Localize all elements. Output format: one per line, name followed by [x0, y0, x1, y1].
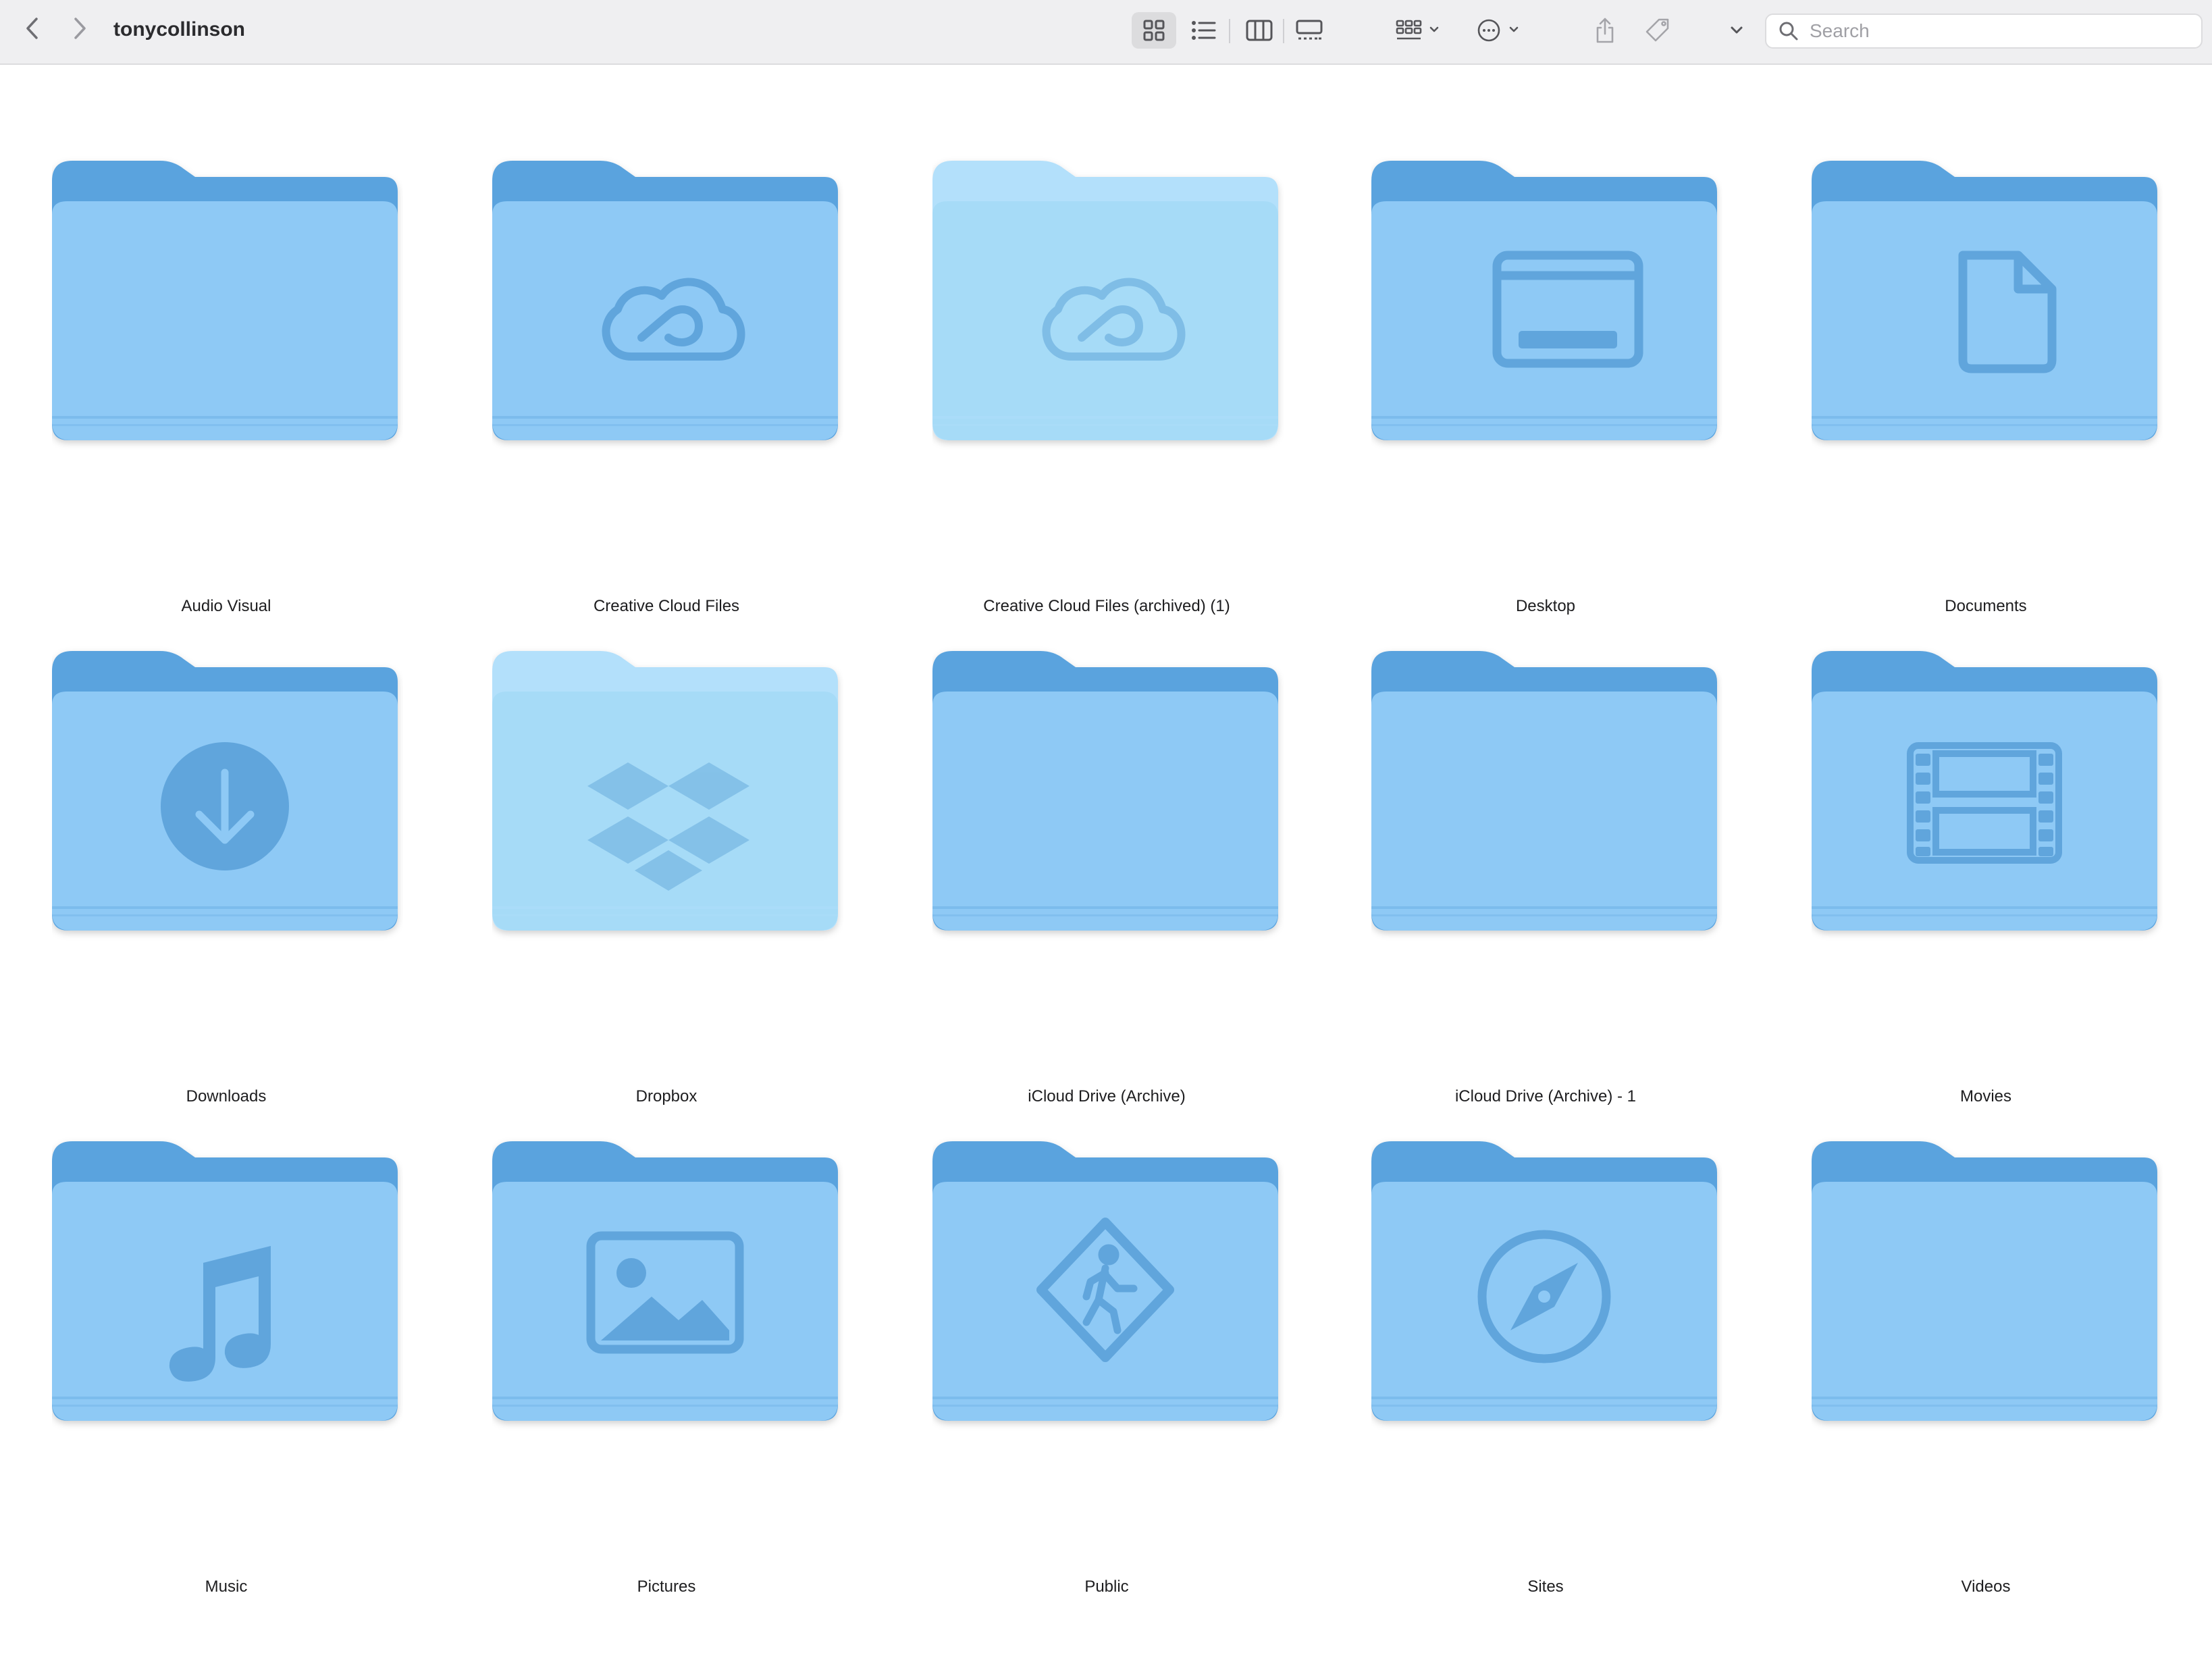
chevron-left-icon [26, 18, 38, 39]
gallery-icon [1296, 20, 1323, 40]
folder-label: iCloud Drive (Archive) [1028, 1087, 1186, 1105]
folder-label: iCloud Drive (Archive) - 1 [1454, 1087, 1637, 1105]
folder-icon [492, 161, 838, 440]
group-by-icon [1396, 20, 1439, 40]
list-view-button[interactable] [1182, 12, 1226, 49]
search-input[interactable] [1808, 20, 2162, 43]
folder-item[interactable]: Public [880, 1135, 1286, 1607]
folder-label: Public [1084, 1578, 1129, 1596]
folder-item[interactable]: Videos [1760, 1135, 2165, 1607]
folder-label: Creative Cloud Files (archived) (1) [983, 597, 1230, 615]
folder-icon [1371, 161, 1717, 440]
columns-icon [1246, 20, 1273, 41]
back-button[interactable] [18, 14, 47, 43]
folder-item[interactable]: Dropbox [440, 644, 845, 1117]
forward-button[interactable] [65, 14, 95, 43]
window-title: tonycollinson [113, 18, 245, 41]
folder-item[interactable]: Creative Cloud Files (archived) (1) [880, 154, 1286, 627]
folder-label: Movies [1959, 1087, 2012, 1105]
folder-icon [52, 161, 398, 440]
folder-label: Downloads [186, 1087, 267, 1105]
folder-label: Sites [1527, 1578, 1564, 1596]
folder-label: Videos [1961, 1578, 2011, 1596]
share-button[interactable] [1587, 12, 1623, 49]
ellipsis-circle-icon [1477, 19, 1519, 42]
folder-icon [492, 1141, 838, 1421]
folder-label: Pictures [637, 1578, 696, 1596]
search-field[interactable] [1765, 14, 2203, 49]
folder-item[interactable]: Documents [1760, 154, 2165, 627]
folder-item[interactable]: Creative Cloud Files [440, 154, 845, 627]
folder-label: Desktop [1515, 597, 1576, 615]
grid-icon [1143, 20, 1165, 41]
more-actions-button[interactable] [1472, 12, 1529, 49]
folder-icon [932, 651, 1278, 931]
folder-icon [52, 1141, 398, 1421]
folder-item[interactable]: Movies [1760, 644, 2165, 1117]
folder-item[interactable]: Downloads [0, 644, 405, 1117]
chevron-right-icon [74, 18, 86, 39]
folder-label: Creative Cloud Files [593, 597, 740, 615]
folder-icon [932, 161, 1278, 440]
folder-icon [1812, 161, 2157, 440]
folder-item[interactable]: iCloud Drive (Archive) - 1 [1319, 644, 1724, 1117]
folder-label: Music [205, 1578, 248, 1596]
icon-view-button[interactable] [1132, 12, 1176, 49]
folder-icon [52, 651, 398, 931]
folder-icon [932, 1141, 1278, 1421]
tag-button[interactable] [1639, 12, 1676, 49]
tag-icon [1645, 18, 1669, 42]
folder-item[interactable]: Audio Visual [0, 154, 405, 627]
folder-item[interactable]: Pictures [440, 1135, 845, 1607]
column-view-button[interactable] [1237, 12, 1282, 49]
toolbar-divider [1283, 19, 1284, 43]
folder-label: Audio Visual [181, 597, 271, 615]
folder-icon [1371, 651, 1717, 931]
search-icon [1779, 21, 1799, 41]
folder-icon [1371, 1141, 1717, 1421]
download-icon [161, 742, 289, 870]
toolbar-overflow-button[interactable] [1722, 12, 1752, 49]
folder-icon [492, 651, 838, 931]
folder-icon [1812, 651, 2157, 931]
finder-toolbar: tonycollinson [0, 0, 2212, 65]
group-by-button[interactable] [1391, 12, 1448, 49]
folder-label: Documents [1945, 597, 2027, 615]
folder-item[interactable]: iCloud Drive (Archive) [880, 644, 1286, 1117]
chevron-down-icon [1731, 26, 1743, 34]
toolbar-divider [1229, 19, 1230, 43]
folder-item[interactable]: Sites [1319, 1135, 1724, 1607]
folder-item[interactable]: Music [0, 1135, 405, 1607]
folder-icon [1812, 1141, 2157, 1421]
folder-label: Dropbox [635, 1087, 697, 1105]
gallery-view-button[interactable] [1287, 12, 1332, 49]
list-icon [1192, 21, 1216, 40]
share-icon [1596, 18, 1614, 43]
folder-item[interactable]: Desktop [1319, 154, 1724, 627]
